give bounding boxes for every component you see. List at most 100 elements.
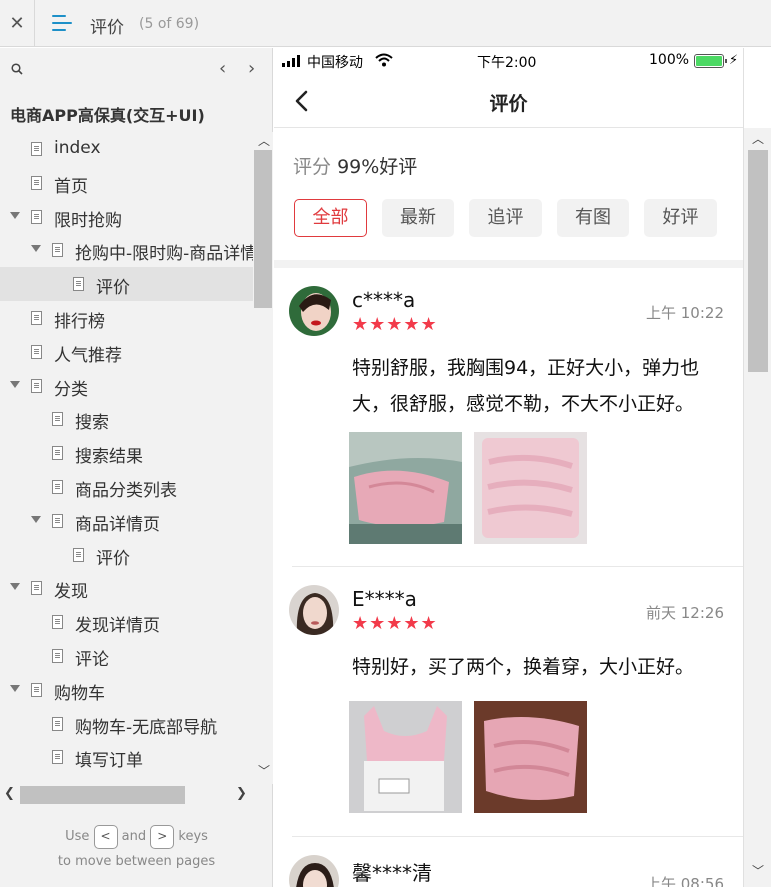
sitemap-node[interactable]: 评价 — [0, 267, 253, 302]
prev-key-icon: < — [93, 824, 118, 849]
review-photo[interactable] — [474, 701, 587, 813]
page-icon — [52, 412, 63, 427]
nav-bar: 评价 — [274, 74, 743, 128]
sitemap-node-label: 填写订单 — [75, 751, 143, 772]
sitemap-node[interactable]: index — [0, 132, 253, 166]
sidebar-vertical-scrollbar[interactable]: ︿ ﹀ — [253, 132, 273, 784]
sitemap-node-label: 购物车-无底部导航 — [75, 717, 218, 738]
filter-tab[interactable]: 最新 — [382, 199, 454, 237]
avatar[interactable] — [289, 855, 339, 887]
filter-tab[interactable]: 追评 — [469, 199, 542, 237]
page-icon — [52, 243, 63, 258]
project-title: 电商APP高保真(交互+UI) — [10, 106, 205, 125]
page-count: (5 of 69) — [139, 16, 200, 32]
next-page-button[interactable]: › — [248, 58, 255, 79]
keyboard-hint: Use < and > keys to move between pages — [0, 824, 273, 874]
filter-tab[interactable]: 有图 — [557, 199, 629, 237]
sitemap-node[interactable]: 商品详情页 — [0, 504, 253, 538]
sitemap-node[interactable]: 发现 — [0, 571, 253, 605]
scroll-right-icon[interactable]: ❯ — [236, 786, 247, 801]
page-icon — [31, 175, 42, 190]
expand-arrow-icon[interactable] — [10, 380, 20, 388]
sitemap-node-label: 评价 — [96, 548, 130, 569]
sitemap-node-label: 人气推荐 — [54, 345, 122, 366]
review-username: E****a — [352, 587, 417, 611]
close-button[interactable]: ✕ — [0, 0, 35, 47]
battery-icon — [694, 54, 727, 68]
page-icon — [52, 446, 63, 461]
page-icon — [52, 513, 63, 528]
review-photo[interactable] — [349, 701, 462, 813]
scroll-thumb[interactable] — [254, 150, 272, 308]
sitemap-node-label: 抢购中-限时购-商品详情 — [75, 244, 253, 265]
sitemap-node[interactable]: 首页 — [0, 166, 253, 200]
sitemap-node[interactable]: 排行榜 — [0, 301, 253, 335]
sitemap-node[interactable]: 填写订单 — [0, 740, 253, 774]
review-text: 特别舒服，我胸围94，正好大小，弹力也大，很舒服，感觉不勒，不大不小正好。 — [352, 357, 700, 415]
review-item: E****a ★★★★★ 前天 12:26 特别好，买了两个，换着穿，大小正好。 — [274, 567, 743, 835]
scroll-down-icon[interactable]: ﹀ — [752, 862, 764, 879]
section-gap — [274, 260, 743, 268]
expand-arrow-icon[interactable] — [10, 211, 20, 219]
search-icon[interactable] — [11, 63, 23, 75]
hint-keys: keys — [178, 829, 208, 844]
avatar[interactable] — [289, 585, 339, 635]
sitemap-node-label: 购物车 — [54, 683, 105, 704]
score-value: 99%好评 — [337, 156, 418, 178]
page-icon — [31, 311, 42, 325]
sitemap-node-label: 评价 — [96, 278, 130, 299]
page-icon — [73, 277, 84, 292]
sitemap-node[interactable]: 评价 — [0, 538, 253, 572]
sitemap-node[interactable]: 购物车-无底部导航 — [0, 707, 253, 741]
sitemap-node[interactable]: 搜索 — [0, 402, 253, 436]
expand-arrow-icon[interactable] — [31, 245, 41, 253]
sitemap-node[interactable]: 抢购中-限时购-商品详情 — [0, 233, 253, 267]
review-username: 馨****清 — [352, 861, 432, 885]
sitemap-node-label: 商品分类列表 — [75, 481, 177, 501]
sitemap-node-label: 发现 — [54, 582, 88, 603]
sitemap-node-label: 选择付款方式 — [75, 780, 177, 782]
sitemap-node[interactable]: 商品分类列表 — [0, 470, 253, 504]
review-item: c****a ★★★★★ 上午 10:22 特别舒服，我胸围94，正好大小，弹力… — [274, 268, 743, 566]
sitemap-menu-icon[interactable] — [52, 15, 72, 31]
sitemap-node[interactable]: 购物车 — [0, 673, 253, 707]
page-icon — [52, 750, 63, 765]
previous-page-button[interactable]: ‹ — [219, 58, 226, 79]
sitemap-tree: index 首页 限时抢购 抢购中-限时购-商品详情 评价 排行榜 人气推荐 分类 搜索 搜索结果… — [0, 132, 253, 782]
sitemap-node-label: 搜索结果 — [75, 447, 143, 468]
next-key-icon: > — [150, 824, 175, 849]
scroll-up-icon[interactable]: ︿ — [752, 130, 764, 147]
review-time: 上午 10:22 — [646, 304, 724, 322]
review-text: 特别好，买了两个，换着穿，大小正好。 — [352, 656, 695, 678]
scroll-thumb[interactable] — [748, 150, 768, 372]
expand-arrow-icon[interactable] — [10, 583, 20, 591]
sidebar-horizontal-scrollbar[interactable]: ❮ ❯ — [0, 784, 253, 804]
sitemap-node[interactable]: 人气推荐 — [0, 335, 253, 369]
expand-arrow-icon[interactable] — [10, 684, 20, 692]
sitemap-node[interactable]: 发现详情页 — [0, 605, 253, 639]
sitemap-node[interactable]: 限时抢购 — [0, 200, 253, 234]
phone-screen: 中国移动 下午2:00 100% ⚡ 评价 评分 99%好评 全部 最新 追评 … — [274, 48, 743, 887]
page-icon — [31, 344, 42, 359]
review-photo[interactable] — [349, 432, 462, 544]
sitemap-node[interactable]: 分类 — [0, 369, 253, 403]
carrier-name: 中国移动 — [307, 55, 363, 71]
scroll-down-icon[interactable]: ﹀ — [258, 762, 270, 779]
sitemap-node[interactable]: 评论 — [0, 639, 253, 673]
expand-arrow-icon[interactable] — [31, 515, 41, 523]
page-icon — [31, 142, 42, 156]
avatar[interactable] — [289, 286, 339, 336]
sitemap-node[interactable]: 搜索结果 — [0, 436, 253, 470]
filter-tab[interactable]: 全部 — [294, 199, 367, 237]
filter-tab[interactable]: 好评 — [644, 199, 717, 237]
review-item: 馨****清 上午 08:56 — [274, 837, 743, 887]
scroll-left-icon[interactable]: ❮ — [4, 786, 15, 801]
review-photo[interactable] — [474, 432, 587, 544]
scroll-up-icon[interactable]: ︿ — [258, 132, 270, 149]
scroll-thumb-horizontal[interactable] — [20, 786, 185, 804]
sidebar-toolbar: ‹ › — [0, 48, 273, 90]
sitemap-node[interactable]: 选择付款方式 — [0, 774, 253, 782]
phone-vertical-scrollbar[interactable]: ︿ ﹀ — [743, 128, 771, 887]
page-icon — [52, 615, 63, 630]
wifi-icon — [375, 53, 393, 67]
